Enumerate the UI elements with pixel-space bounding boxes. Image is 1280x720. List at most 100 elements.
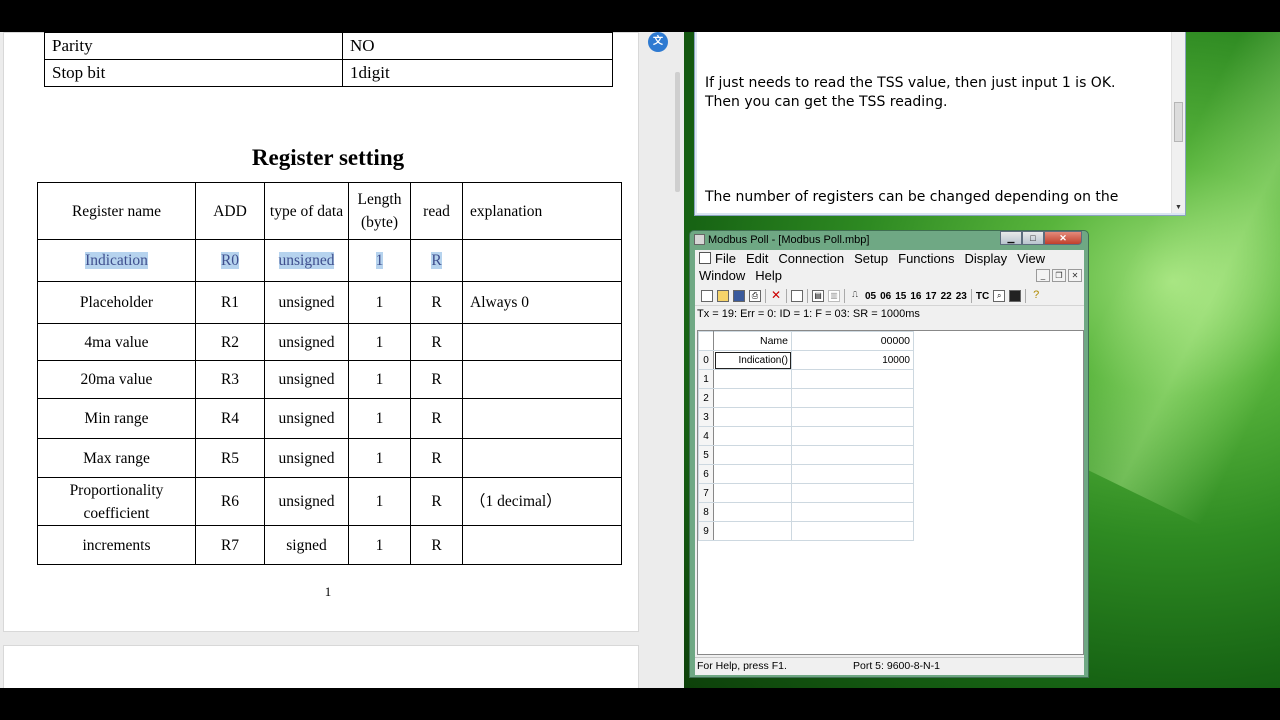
print-icon[interactable]: ⎙: [749, 290, 761, 302]
fc-05-button[interactable]: 05: [865, 291, 876, 302]
grid-cell-name[interactable]: [713, 445, 792, 465]
grid-cell-value[interactable]: [791, 369, 914, 389]
register-add: R0: [220, 252, 240, 269]
child-close-icon[interactable]: ✕: [1068, 269, 1082, 282]
scroll-down-icon[interactable]: ▼: [1175, 204, 1182, 211]
grid-cell-name[interactable]: [713, 426, 792, 446]
fc-06-button[interactable]: 06: [880, 291, 891, 302]
toolbar-separator: [786, 289, 787, 303]
close-icon[interactable]: ✕: [1044, 231, 1082, 245]
register-row[interactable]: 4ma value R2 unsigned 1 R: [37, 323, 622, 361]
grid-row[interactable]: 6: [698, 464, 914, 484]
grid-row[interactable]: 7: [698, 483, 914, 503]
register-row[interactable]: 20ma value R3 unsigned 1 R: [37, 360, 622, 399]
menu-functions[interactable]: Functions: [898, 251, 954, 266]
grid-cell-value[interactable]: [791, 483, 914, 503]
menu-view[interactable]: View: [1017, 251, 1045, 266]
document-viewer[interactable]: Parity NO Stop bit 1digit Register setti…: [0, 32, 684, 688]
grid-row[interactable]: 2: [698, 388, 914, 408]
grid-cell-name[interactable]: [713, 521, 792, 541]
fc-23-button[interactable]: 23: [956, 291, 967, 302]
window-icon[interactable]: [791, 290, 803, 302]
pulse-icon[interactable]: ⎍: [849, 290, 861, 302]
search-icon[interactable]: ⌕: [993, 290, 1006, 302]
grid-cell-name[interactable]: [713, 369, 792, 389]
grid-row[interactable]: 8: [698, 502, 914, 522]
document-scrollbar[interactable]: [675, 72, 680, 192]
grid-cell-value[interactable]: [791, 426, 914, 446]
chart-icon[interactable]: [1009, 290, 1022, 302]
register-type: unsigned: [264, 360, 349, 399]
register-type: unsigned: [264, 398, 349, 439]
register-length: 1: [348, 438, 411, 478]
text-editor-content[interactable]: If just needs to read the TSS value, the…: [697, 32, 1183, 213]
editor-scrollbar[interactable]: ▼: [1171, 32, 1185, 213]
text-editor-window[interactable]: If just needs to read the TSS value, the…: [694, 32, 1186, 216]
fc-17-button[interactable]: 17: [926, 291, 937, 302]
grid-cell-name[interactable]: [713, 483, 792, 503]
child-restore-icon[interactable]: ❐: [1052, 269, 1066, 282]
top-letterbox: [0, 0, 1280, 32]
read-icon[interactable]: ▤: [812, 290, 824, 302]
help-icon[interactable]: ?: [1030, 290, 1042, 302]
menu-help[interactable]: Help: [755, 268, 782, 283]
grid-row[interactable]: 5: [698, 445, 914, 465]
register-add: R5: [195, 438, 265, 478]
grid-cell-value[interactable]: [791, 388, 914, 408]
tc-button[interactable]: TC: [976, 291, 989, 302]
register-row[interactable]: increments R7 signed 1 R: [37, 525, 622, 565]
grid-cell-name[interactable]: [713, 407, 792, 427]
window-titlebar[interactable]: Modbus Poll - [Modbus Poll.mbp] ▁ □ ✕: [690, 231, 1088, 249]
register-row[interactable]: Max range R5 unsigned 1 R: [37, 438, 622, 478]
document-icon[interactable]: [699, 252, 711, 264]
grid-cell-value[interactable]: 10000: [791, 350, 914, 370]
register-row[interactable]: Proportionality coefficient R6 unsigned …: [37, 477, 622, 526]
grid-cell-name[interactable]: [713, 502, 792, 522]
grid-cell-name[interactable]: Indication(): [713, 350, 792, 370]
grid-cell-value[interactable]: [791, 445, 914, 465]
register-row[interactable]: Min range R4 unsigned 1 R: [37, 398, 622, 439]
grid-cell-value[interactable]: [791, 502, 914, 522]
translate-icon[interactable]: 文: [648, 32, 668, 52]
register-row[interactable]: Indication R0 unsigned 1 R: [37, 239, 622, 282]
menu-display[interactable]: Display: [965, 251, 1008, 266]
menu-setup[interactable]: Setup: [854, 251, 888, 266]
fc-22-button[interactable]: 22: [941, 291, 952, 302]
register-explanation: [462, 360, 622, 399]
menu-window[interactable]: Window: [699, 268, 745, 283]
disconnect-icon[interactable]: ✕: [770, 289, 782, 302]
grid-cell-value[interactable]: [791, 407, 914, 427]
menu-file[interactable]: File: [715, 251, 736, 266]
save-icon[interactable]: [733, 290, 745, 302]
new-file-icon[interactable]: [701, 290, 713, 302]
child-minimize-icon[interactable]: _: [1036, 269, 1050, 282]
editor-scroll-thumb[interactable]: [1174, 102, 1183, 142]
grid-row[interactable]: 3: [698, 407, 914, 427]
modbus-poll-window[interactable]: Modbus Poll - [Modbus Poll.mbp] ▁ □ ✕ Fi…: [689, 230, 1089, 678]
menu-edit[interactable]: Edit: [746, 251, 768, 266]
grid-cell-value[interactable]: [791, 464, 914, 484]
grid-row[interactable]: 4: [698, 426, 914, 446]
write-icon[interactable]: ▥: [828, 290, 840, 302]
fc-15-button[interactable]: 15: [895, 291, 906, 302]
grid-header-row: Name 00000: [698, 331, 914, 351]
register-read: R: [410, 525, 463, 565]
fc-16-button[interactable]: 16: [910, 291, 921, 302]
config-value: 1digit: [342, 59, 613, 87]
grid-row[interactable]: 1: [698, 369, 914, 389]
register-grid[interactable]: Name 00000 0 Indication() 10000 1 2 3 4 …: [697, 330, 1084, 655]
maximize-icon[interactable]: □: [1022, 231, 1044, 245]
grid-row[interactable]: 9: [698, 521, 914, 541]
toolbar: ⎙ ✕ ▤ ▥ ⎍ 05 06 15 16 17 22 23 TC ⌕ ?: [695, 287, 1084, 306]
menu-connection[interactable]: Connection: [778, 251, 844, 266]
config-row-stop-bit: Stop bit 1digit: [44, 59, 613, 87]
register-row[interactable]: Placeholder R1 unsigned 1 R Always 0: [37, 281, 622, 324]
open-folder-icon[interactable]: [717, 290, 729, 302]
register-explanation: Always 0: [462, 281, 622, 324]
grid-cell-name[interactable]: [713, 388, 792, 408]
toolbar-separator: [765, 289, 766, 303]
grid-cell-value[interactable]: [791, 521, 914, 541]
minimize-icon[interactable]: ▁: [1000, 231, 1022, 245]
grid-cell-name[interactable]: [713, 464, 792, 484]
grid-row[interactable]: 0 Indication() 10000: [698, 350, 914, 370]
